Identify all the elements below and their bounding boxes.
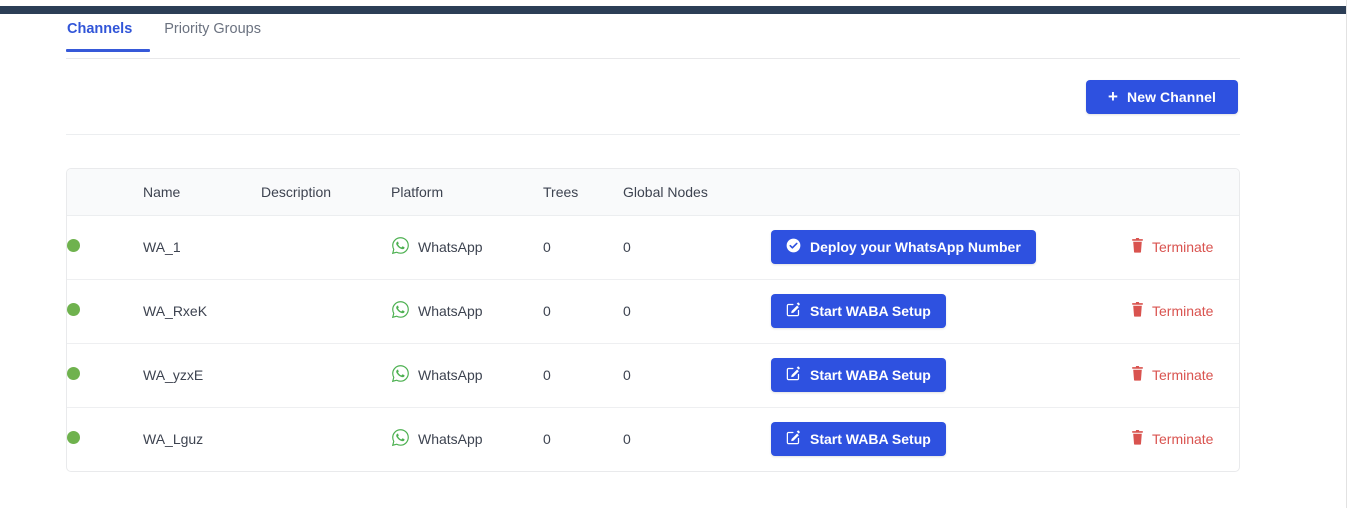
table-header-row: Name Description Platform Trees Global N…	[67, 169, 1239, 216]
row-description-cell	[261, 407, 391, 471]
edit-square-icon	[786, 302, 801, 320]
start-waba-setup-button[interactable]: Start WABA Setup	[771, 358, 946, 392]
row-global-nodes-cell: 0	[623, 431, 631, 448]
trash-icon	[1131, 238, 1144, 256]
status-online-icon	[67, 367, 80, 380]
row-terminate-cell: Terminate	[1131, 215, 1239, 280]
table-row[interactable]: WA_yzxE WhatsApp 0 0 Start WABA Setup Te…	[67, 343, 1239, 408]
row-name-cell: WA_yzxE	[143, 343, 261, 408]
new-channel-button-label: New Channel	[1126, 89, 1216, 105]
row-trees-cell: 0	[543, 343, 623, 408]
row-global-nodes-cell: 0	[623, 279, 771, 344]
edit-square-icon	[786, 366, 801, 384]
plus-icon: +	[1107, 87, 1118, 106]
start-waba-setup-button[interactable]: Start WABA Setup	[771, 294, 946, 328]
column-header-status	[67, 169, 143, 216]
tab-channels[interactable]: Channels	[66, 19, 151, 52]
start-waba-setup-label: Start WABA Setup	[810, 367, 931, 383]
deploy-whatsapp-number-button[interactable]: Deploy your WhatsApp Number	[771, 230, 1036, 264]
status-online-icon	[67, 431, 80, 445]
row-name-cell: WA_Lguz	[143, 431, 204, 448]
row-status-cell	[67, 343, 143, 408]
row-description-cell	[261, 215, 391, 280]
tab-priority-groups-label: Priority Groups	[164, 21, 261, 37]
row-status-cell	[67, 215, 143, 280]
row-action-cell: Start WABA Setup	[771, 407, 1131, 471]
column-header-platform: Platform	[391, 169, 543, 216]
terminate-label: Terminate	[1152, 431, 1214, 448]
whatsapp-icon	[391, 236, 410, 258]
row-platform-label: WhatsApp	[418, 239, 483, 255]
channels-table-header: Name Description Platform Trees Global N…	[67, 169, 1239, 216]
page-scrollbar-gutter[interactable]	[1346, 0, 1354, 508]
terminate-link[interactable]: Terminate	[1131, 366, 1213, 384]
row-trees-cell: 0	[543, 279, 623, 344]
action-bar: + New Channel	[66, 60, 1240, 135]
whatsapp-icon	[391, 300, 410, 322]
start-waba-setup-label: Start WABA Setup	[810, 431, 931, 448]
trash-icon	[1131, 366, 1144, 384]
row-terminate-cell: Terminate	[1131, 407, 1239, 471]
row-global-nodes-cell: 0	[623, 215, 771, 280]
row-platform-cell: WhatsApp	[391, 215, 543, 280]
row-status-cell	[67, 407, 143, 471]
row-action-cell: Start WABA Setup	[771, 343, 1131, 408]
row-platform-cell: WhatsApp	[391, 343, 543, 408]
terminate-link[interactable]: Terminate	[1131, 302, 1213, 320]
status-online-icon	[67, 239, 80, 252]
tab-channels-label: Channels	[67, 21, 133, 37]
new-channel-button[interactable]: + New Channel	[1085, 80, 1238, 114]
terminate-link[interactable]: Terminate	[1131, 238, 1213, 256]
row-platform-label: WhatsApp	[418, 367, 483, 383]
tab-bar: Channels Priority Groups	[66, 19, 1240, 59]
row-name-cell: WA_1	[143, 215, 261, 280]
row-platform-cell: WhatsApp	[391, 279, 543, 344]
row-platform-cell: WhatsApp	[391, 407, 543, 471]
tab-priority-groups[interactable]: Priority Groups	[150, 19, 275, 51]
row-terminate-cell: Terminate	[1131, 279, 1239, 344]
channels-table-card: Name Description Platform Trees Global N…	[66, 168, 1240, 472]
row-trees-cell: 0	[543, 215, 623, 280]
trash-icon	[1131, 302, 1144, 320]
channels-table-body: WA_1 WhatsApp 0 0 Deploy your WhatsApp N…	[67, 215, 1239, 471]
column-header-description: Description	[261, 169, 391, 216]
start-waba-setup-label: Start WABA Setup	[810, 303, 931, 319]
row-action-cell: Deploy your WhatsApp Number	[771, 215, 1131, 280]
column-header-trees: Trees	[543, 169, 623, 216]
row-description-cell	[261, 343, 391, 408]
top-navigation-bar	[0, 6, 1346, 14]
table-row[interactable]: WA_Lguz WhatsApp 0 0 Start WABA Setup Te…	[67, 407, 1239, 471]
terminate-link[interactable]: Terminate	[1131, 430, 1213, 448]
row-platform-label: WhatsApp	[418, 303, 483, 319]
terminate-label: Terminate	[1152, 239, 1214, 255]
row-trees-cell: 0	[543, 431, 551, 448]
deploy-whatsapp-number-label: Deploy your WhatsApp Number	[810, 239, 1021, 255]
row-name-cell: WA_RxeK	[143, 279, 261, 344]
channels-table: Name Description Platform Trees Global N…	[67, 169, 1239, 471]
table-row[interactable]: WA_1 WhatsApp 0 0 Deploy your WhatsApp N…	[67, 215, 1239, 280]
page-content: Channels Priority Groups + New Channel N…	[0, 14, 1346, 508]
whatsapp-icon	[391, 428, 410, 450]
edit-square-icon	[786, 430, 801, 448]
trash-icon	[1131, 430, 1144, 448]
check-circle-icon	[786, 238, 801, 256]
status-online-icon	[67, 303, 80, 316]
app-root: Channels Priority Groups + New Channel N…	[0, 0, 1354, 508]
row-description-cell	[261, 279, 391, 344]
row-platform-label: WhatsApp	[418, 431, 483, 448]
row-status-cell	[67, 279, 143, 344]
row-terminate-cell: Terminate	[1131, 343, 1239, 408]
row-action-cell: Start WABA Setup	[771, 279, 1131, 344]
start-waba-setup-button[interactable]: Start WABA Setup	[771, 422, 946, 457]
column-header-global-nodes: Global Nodes	[623, 169, 771, 216]
table-row[interactable]: WA_RxeK WhatsApp 0 0 Start WABA Setup Te…	[67, 279, 1239, 344]
terminate-label: Terminate	[1152, 367, 1214, 383]
row-global-nodes-cell: 0	[623, 343, 771, 408]
column-header-action	[771, 169, 1131, 216]
column-header-name: Name	[143, 169, 261, 216]
terminate-label: Terminate	[1152, 303, 1214, 319]
whatsapp-icon	[391, 364, 410, 386]
column-header-terminate	[1131, 169, 1239, 216]
